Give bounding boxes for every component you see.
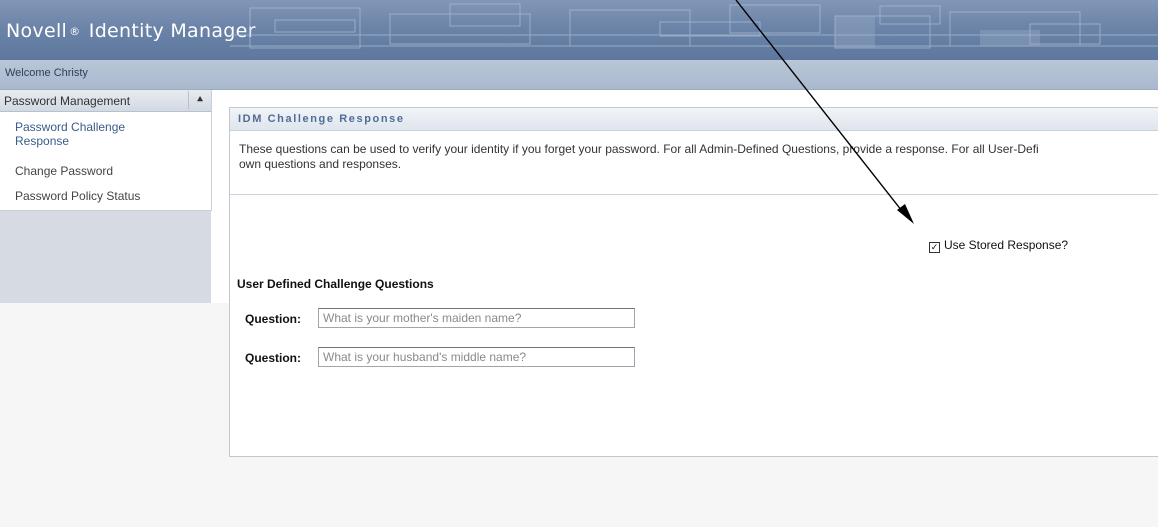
panel-title: IDM Challenge Response: [238, 113, 405, 125]
intro-line-1: These questions can be used to verify yo…: [239, 142, 1039, 156]
header-banner: Novell ® Identity Manager: [0, 0, 1158, 60]
registered-mark: ®: [69, 25, 81, 38]
question-2-input[interactable]: [318, 347, 635, 367]
use-stored-response-label: Use Stored Response?: [944, 238, 1069, 252]
sidebar-item-label: Change Password: [15, 164, 114, 178]
sidebar-item-password-challenge-response[interactable]: Password Challenge Response: [15, 120, 175, 148]
sidebar-section-header[interactable]: Password Management ⯅: [0, 90, 211, 112]
intro-section: These questions can be used to verify yo…: [230, 130, 1158, 195]
sidebar-password-management: Password Management ⯅ Password Challenge…: [0, 90, 212, 211]
welcome-text: Welcome Christy: [5, 67, 88, 79]
use-stored-response-checkbox[interactable]: ✓: [929, 242, 940, 253]
app-logo: Novell ® Identity Manager: [6, 20, 256, 42]
double-chevron-up-icon[interactable]: ⯅: [188, 91, 211, 109]
question-1-label: Question:: [245, 312, 301, 326]
intro-text: These questions can be used to verify yo…: [239, 142, 1158, 172]
panel-title-bar: IDM Challenge Response: [230, 108, 1158, 131]
sidebar-section-title: Password Management: [4, 94, 131, 108]
sidebar-item-password-policy-status[interactable]: Password Policy Status: [15, 189, 140, 203]
intro-line-2: own questions and responses.: [239, 157, 402, 171]
logo-brand: Novell: [6, 20, 68, 42]
question-1-input[interactable]: [318, 308, 635, 328]
sidebar-item-label: Password Policy Status: [15, 189, 141, 203]
sidebar-item-change-password[interactable]: Change Password: [15, 164, 113, 178]
welcome-bar: Welcome Christy: [0, 60, 1158, 90]
use-stored-response-option[interactable]: ✓ Use Stored Response?: [929, 238, 1068, 253]
user-defined-section-title: User Defined Challenge Questions: [237, 277, 434, 291]
challenge-response-panel: IDM Challenge Response These questions c…: [229, 107, 1158, 457]
banner-decoration: [230, 3, 1158, 49]
question-2-label: Question:: [245, 351, 301, 365]
sidebar-item-label: Password Challenge Response: [15, 120, 126, 148]
